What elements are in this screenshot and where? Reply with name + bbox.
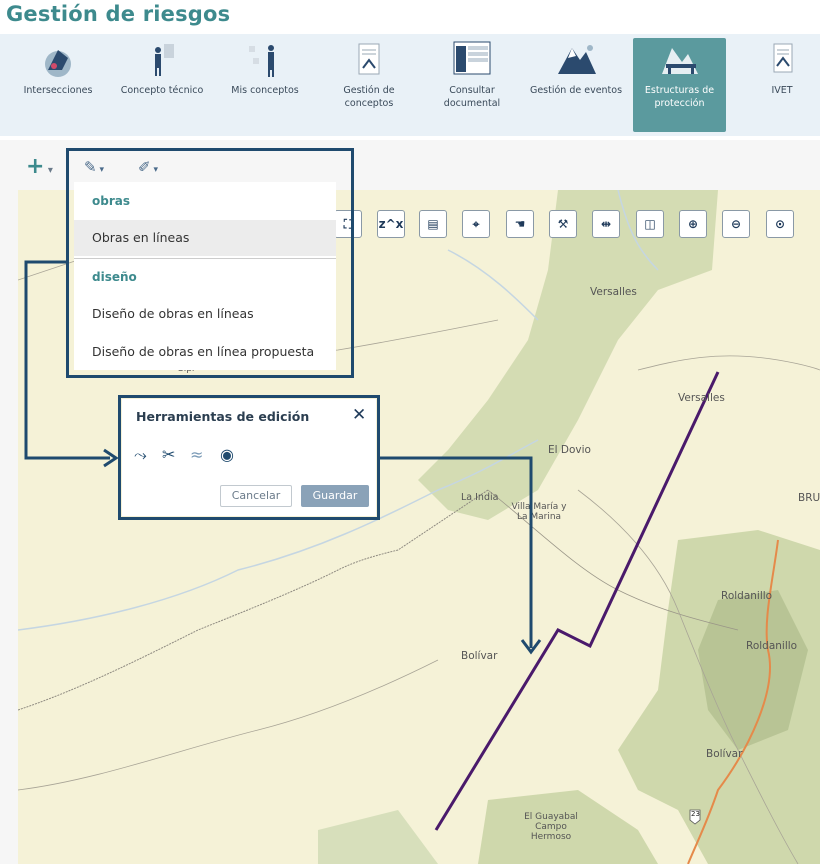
annotation-arrows xyxy=(24,260,542,655)
